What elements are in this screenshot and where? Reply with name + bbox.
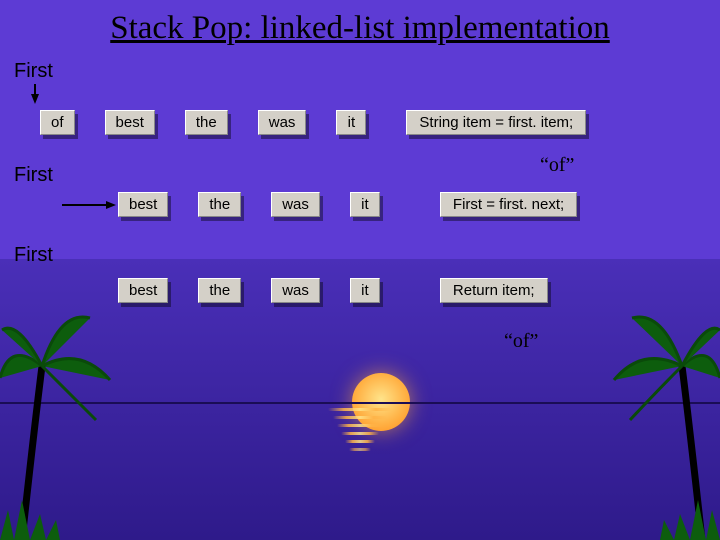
node-it: it xyxy=(336,110,366,135)
list-row-3: best the was it Return item; xyxy=(118,278,548,303)
node-it: it xyxy=(350,192,380,217)
code-step-3: Return item; xyxy=(440,278,548,303)
of-annotation-2: “of” xyxy=(504,330,538,353)
grass-left-icon xyxy=(0,490,80,540)
palm-tree-right-icon xyxy=(590,280,720,540)
node-best: best xyxy=(118,278,168,303)
node-the: the xyxy=(185,110,228,135)
node-best: best xyxy=(105,110,155,135)
code-step-1: String item = first. item; xyxy=(406,110,586,135)
list-row-1: of best the was it String item = first. … xyxy=(40,110,586,135)
first-pointer-label-2: First xyxy=(14,164,53,187)
grass-right-icon xyxy=(640,490,720,540)
node-was: was xyxy=(258,110,307,135)
first-pointer-label-3: First xyxy=(14,244,53,267)
first-pointer-label-1: First xyxy=(14,60,53,83)
slide-title: Stack Pop: linked-list implementation xyxy=(0,0,720,47)
node-the: the xyxy=(198,278,241,303)
node-of: of xyxy=(40,110,75,135)
node-it: it xyxy=(350,278,380,303)
node-the: the xyxy=(198,192,241,217)
node-best: best xyxy=(118,192,168,217)
code-step-2: First = first. next; xyxy=(440,192,577,217)
palm-tree-left-icon xyxy=(0,280,130,540)
node-was: was xyxy=(271,192,320,217)
of-annotation-1: “of” xyxy=(540,154,574,177)
list-row-2: best the was it First = first. next; xyxy=(118,192,577,217)
node-was: was xyxy=(271,278,320,303)
